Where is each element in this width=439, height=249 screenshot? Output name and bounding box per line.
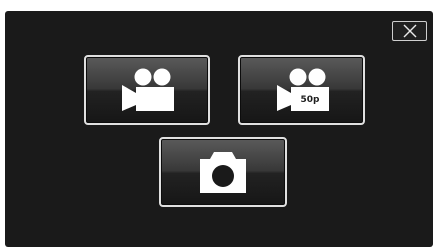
frame-rate-badge: 50p bbox=[300, 95, 320, 105]
video-mode-button[interactable] bbox=[84, 55, 210, 125]
close-icon bbox=[403, 24, 416, 38]
mode-select-screen bbox=[5, 11, 433, 247]
video-camera-icon: 50p bbox=[276, 68, 329, 111]
close-button[interactable] bbox=[392, 21, 427, 41]
video-camera-icon bbox=[122, 68, 174, 111]
photo-mode-button[interactable] bbox=[159, 137, 287, 207]
video-50p-mode-button[interactable]: 50p bbox=[238, 55, 365, 125]
photo-camera-icon bbox=[200, 152, 246, 193]
